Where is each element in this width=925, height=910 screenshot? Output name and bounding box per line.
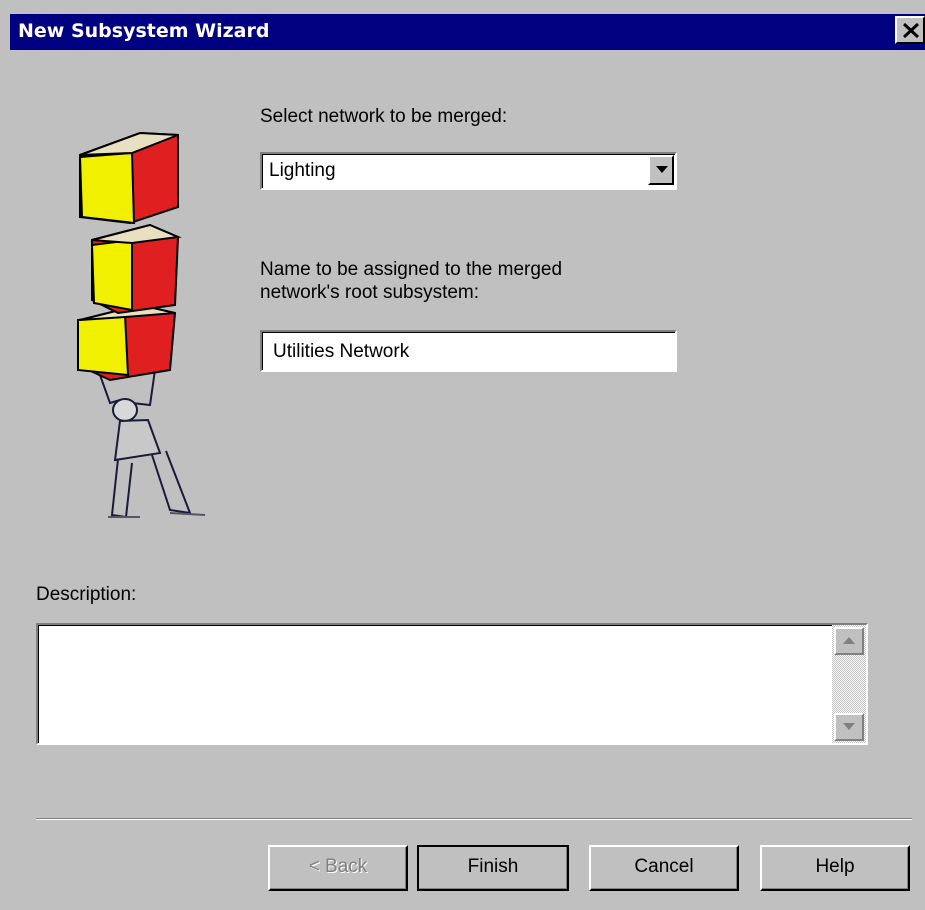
chevron-down-icon — [656, 166, 668, 173]
dropdown-button[interactable] — [648, 155, 674, 185]
description-textarea[interactable] — [36, 623, 868, 745]
network-select[interactable]: Lighting — [260, 152, 677, 190]
name-field-value: Utilities Network — [273, 341, 410, 362]
name-field[interactable]: Utilities Network — [260, 330, 677, 372]
help-button[interactable]: Help — [760, 845, 910, 891]
vertical-scrollbar[interactable] — [832, 625, 866, 743]
title-bar[interactable]: New Subsystem Wizard — [10, 14, 925, 50]
arrow-up-icon — [843, 637, 855, 644]
window-title: New Subsystem Wizard — [18, 20, 270, 42]
network-select-label: Select network to be merged: — [260, 106, 508, 127]
name-field-label-line2: network's root subsystem: — [260, 282, 480, 303]
finish-button[interactable]: Finish — [417, 845, 569, 891]
name-field-label-line1: Name to be assigned to the merged — [260, 259, 563, 280]
description-label: Description: — [36, 584, 137, 605]
close-icon — [903, 23, 919, 38]
separator — [36, 818, 912, 820]
close-button[interactable] — [895, 16, 925, 44]
stacked-cubes-illustration — [76, 131, 206, 519]
back-button[interactable]: < Back — [268, 845, 408, 891]
cancel-button[interactable]: Cancel — [589, 845, 739, 891]
scroll-up-button[interactable] — [834, 627, 864, 655]
arrow-down-icon — [843, 723, 855, 730]
network-select-value: Lighting — [269, 160, 336, 181]
scroll-down-button[interactable] — [834, 713, 864, 741]
